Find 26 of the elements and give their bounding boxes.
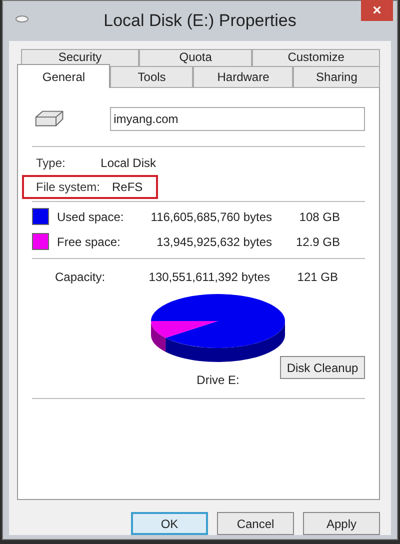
volume-name-field[interactable]: imyang.com [110,107,365,131]
byte-count: 13,945,925,632 bytes [156,234,272,250]
volume-name: imyang.com [114,111,178,128]
tab[interactable]: Sharing [293,66,380,88]
field-value: ReFS [112,179,143,196]
field-label: File system: [36,179,102,196]
tab[interactable]: General [17,64,110,88]
size-value: 121 GB [296,268,338,286]
field-value: Local Disk [100,155,156,172]
chart-title: Drive E: [196,372,240,389]
field-label: Type: [36,155,66,172]
size-value: 12.9 GB [294,234,340,250]
dialog-button[interactable]: Apply [303,512,380,535]
byte-count: 130,551,611,392 bytes [148,268,270,286]
window-title: Local Disk (E:) Properties [104,10,296,32]
size-value: 108 GB [298,208,340,226]
disk-cleanup-button[interactable]: Disk Cleanup [280,356,365,379]
space-label: Capacity: [55,268,106,286]
byte-count: 116,605,685,760 bytes [150,208,272,226]
tab[interactable]: Tools [110,66,194,88]
tab[interactable]: Hardware [193,66,294,88]
dialog-button[interactable]: Cancel [217,512,294,535]
close-button[interactable]: × [361,0,393,21]
space-label: Used space: [57,208,125,226]
dialog-button[interactable]: OK [131,512,208,535]
space-label: Free space: [57,234,122,250]
